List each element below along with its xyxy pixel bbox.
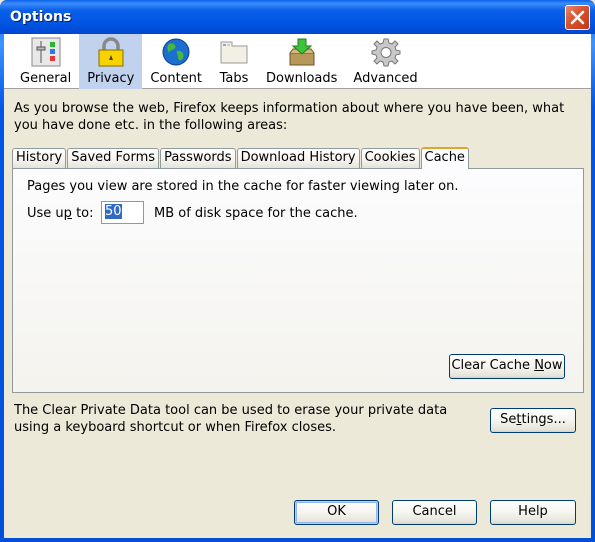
pane-downloads[interactable]: Downloads: [258, 34, 345, 89]
options-window: Options General Privacy Content Tabs Dow…: [0, 0, 595, 542]
accesskey: N: [534, 358, 544, 373]
clear-cache-now-button[interactable]: Clear Cache Now: [449, 354, 565, 379]
close-icon: [570, 10, 585, 25]
cache-size-input[interactable]: 50: [101, 201, 144, 224]
tab-passwords[interactable]: Passwords: [160, 148, 236, 168]
settings-button[interactable]: Settings...: [490, 408, 576, 433]
gear-icon: [370, 36, 402, 68]
close-button[interactable]: [565, 5, 590, 30]
accesskey: p: [63, 206, 72, 221]
label-part: Se: [500, 412, 517, 427]
cache-size-suffix: MB of disk space for the cache.: [154, 206, 358, 221]
pane-label: Tabs: [219, 71, 249, 86]
tab-saved-forms[interactable]: Saved Forms: [67, 148, 160, 168]
clear-private-data-text: The Clear Private Data tool can be used …: [14, 403, 448, 435]
use-up-to-label: Use up to:: [27, 206, 94, 221]
tabs-window-icon: [218, 36, 250, 68]
privacy-tabs: History Saved Forms Passwords Download H…: [12, 147, 470, 169]
pane-label: Advanced: [353, 71, 418, 86]
category-toolbar: General Privacy Content Tabs Downloads A…: [4, 34, 591, 89]
pane-content[interactable]: Content: [142, 34, 210, 89]
pane-label: Privacy: [87, 71, 135, 86]
tab-history[interactable]: History: [12, 148, 67, 168]
title-bar[interactable]: Options: [0, 0, 595, 34]
tab-download-history[interactable]: Download History: [236, 148, 360, 168]
tab-cache[interactable]: Cache: [420, 147, 469, 169]
padlock-icon: [95, 36, 127, 68]
download-box-icon: [286, 36, 318, 68]
label-part: Use u: [27, 206, 64, 221]
tab-cookies[interactable]: Cookies: [360, 148, 420, 168]
ok-button[interactable]: OK: [294, 500, 379, 525]
pane-label: Content: [150, 71, 203, 86]
cache-description: Pages you view are stored in the cache f…: [27, 179, 459, 194]
cache-size-value: 50: [105, 204, 122, 219]
label-part: tings...: [521, 412, 566, 427]
general-sliders-icon: [30, 36, 62, 68]
privacy-intro-text: As you browse the web, Firefox keeps inf…: [14, 101, 565, 133]
pane-label: Downloads: [266, 71, 338, 86]
pane-tabs[interactable]: Tabs: [210, 34, 258, 89]
pane-privacy[interactable]: Privacy: [79, 34, 143, 89]
dialog-client-area: General Privacy Content Tabs Downloads A…: [4, 34, 591, 538]
pane-general[interactable]: General: [12, 34, 79, 89]
label-part: Clear Cache: [451, 358, 535, 373]
cancel-button[interactable]: Cancel: [392, 500, 477, 525]
pane-advanced[interactable]: Advanced: [345, 34, 425, 89]
pane-label: General: [20, 71, 72, 86]
help-button[interactable]: Help: [490, 500, 576, 525]
globe-icon: [160, 36, 192, 68]
window-title: Options: [10, 9, 72, 25]
label-part: ow: [543, 358, 563, 373]
label-part: to:: [71, 206, 94, 221]
cache-tab-panel: Pages you view are stored in the cache f…: [12, 168, 584, 393]
